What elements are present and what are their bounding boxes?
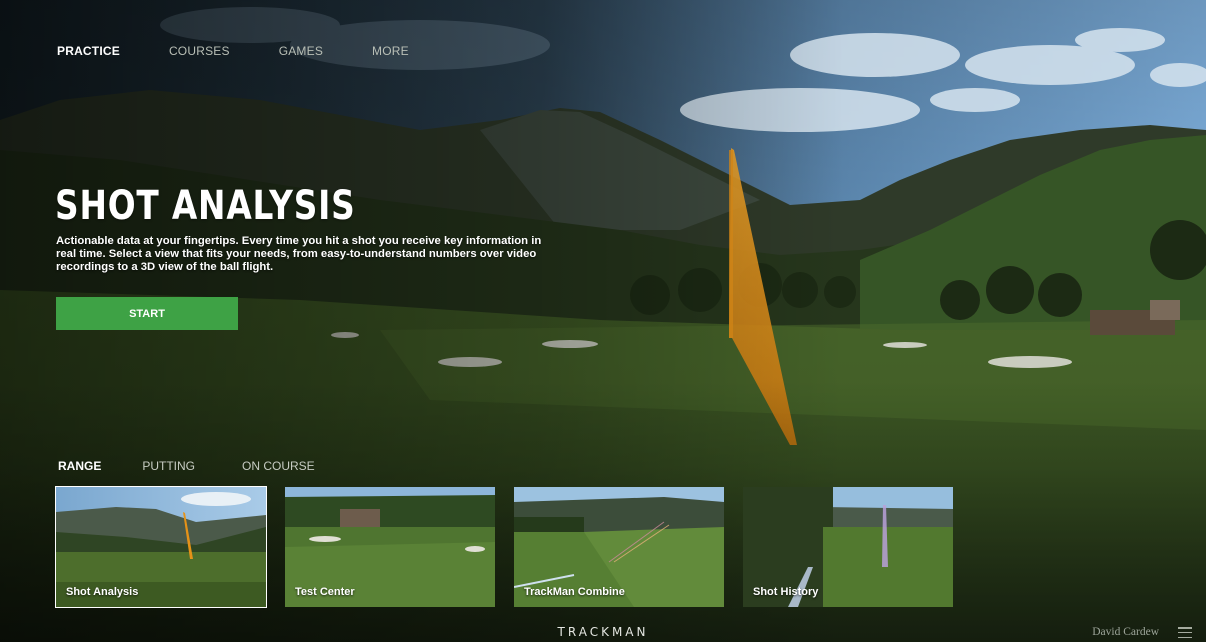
page-title: SHOT ANALYSIS (55, 183, 356, 229)
tab-putting[interactable]: PUTTING (142, 459, 195, 473)
trackman-logo: TRACKMAN (557, 625, 649, 639)
hamburger-menu-icon[interactable] (1178, 627, 1192, 639)
card-label: Shot History (753, 586, 819, 598)
nav-games[interactable]: GAMES (279, 44, 323, 58)
top-nav: PRACTICE COURSES GAMES MORE (57, 44, 458, 58)
tab-on-course[interactable]: ON COURSE (242, 459, 315, 473)
hero-description: Actionable data at your fingertips. Ever… (56, 235, 542, 273)
card-shot-history[interactable]: Shot History (743, 487, 953, 607)
nav-courses[interactable]: COURSES (169, 44, 230, 58)
card-trackman-combine[interactable]: TrackMan Combine (514, 487, 724, 607)
card-label: Test Center (295, 586, 355, 598)
nav-more[interactable]: MORE (372, 44, 409, 58)
card-label: TrackMan Combine (524, 586, 625, 598)
start-button[interactable]: START (56, 297, 238, 330)
mode-tabs: RANGE PUTTING ON COURSE (58, 459, 362, 473)
card-label: Shot Analysis (66, 586, 139, 598)
tab-range[interactable]: RANGE (58, 459, 101, 473)
user-name[interactable]: David Cardew (1092, 626, 1159, 638)
card-shot-analysis[interactable]: Shot Analysis (55, 486, 267, 608)
card-test-center[interactable]: Test Center (285, 487, 495, 607)
nav-practice[interactable]: PRACTICE (57, 44, 120, 58)
